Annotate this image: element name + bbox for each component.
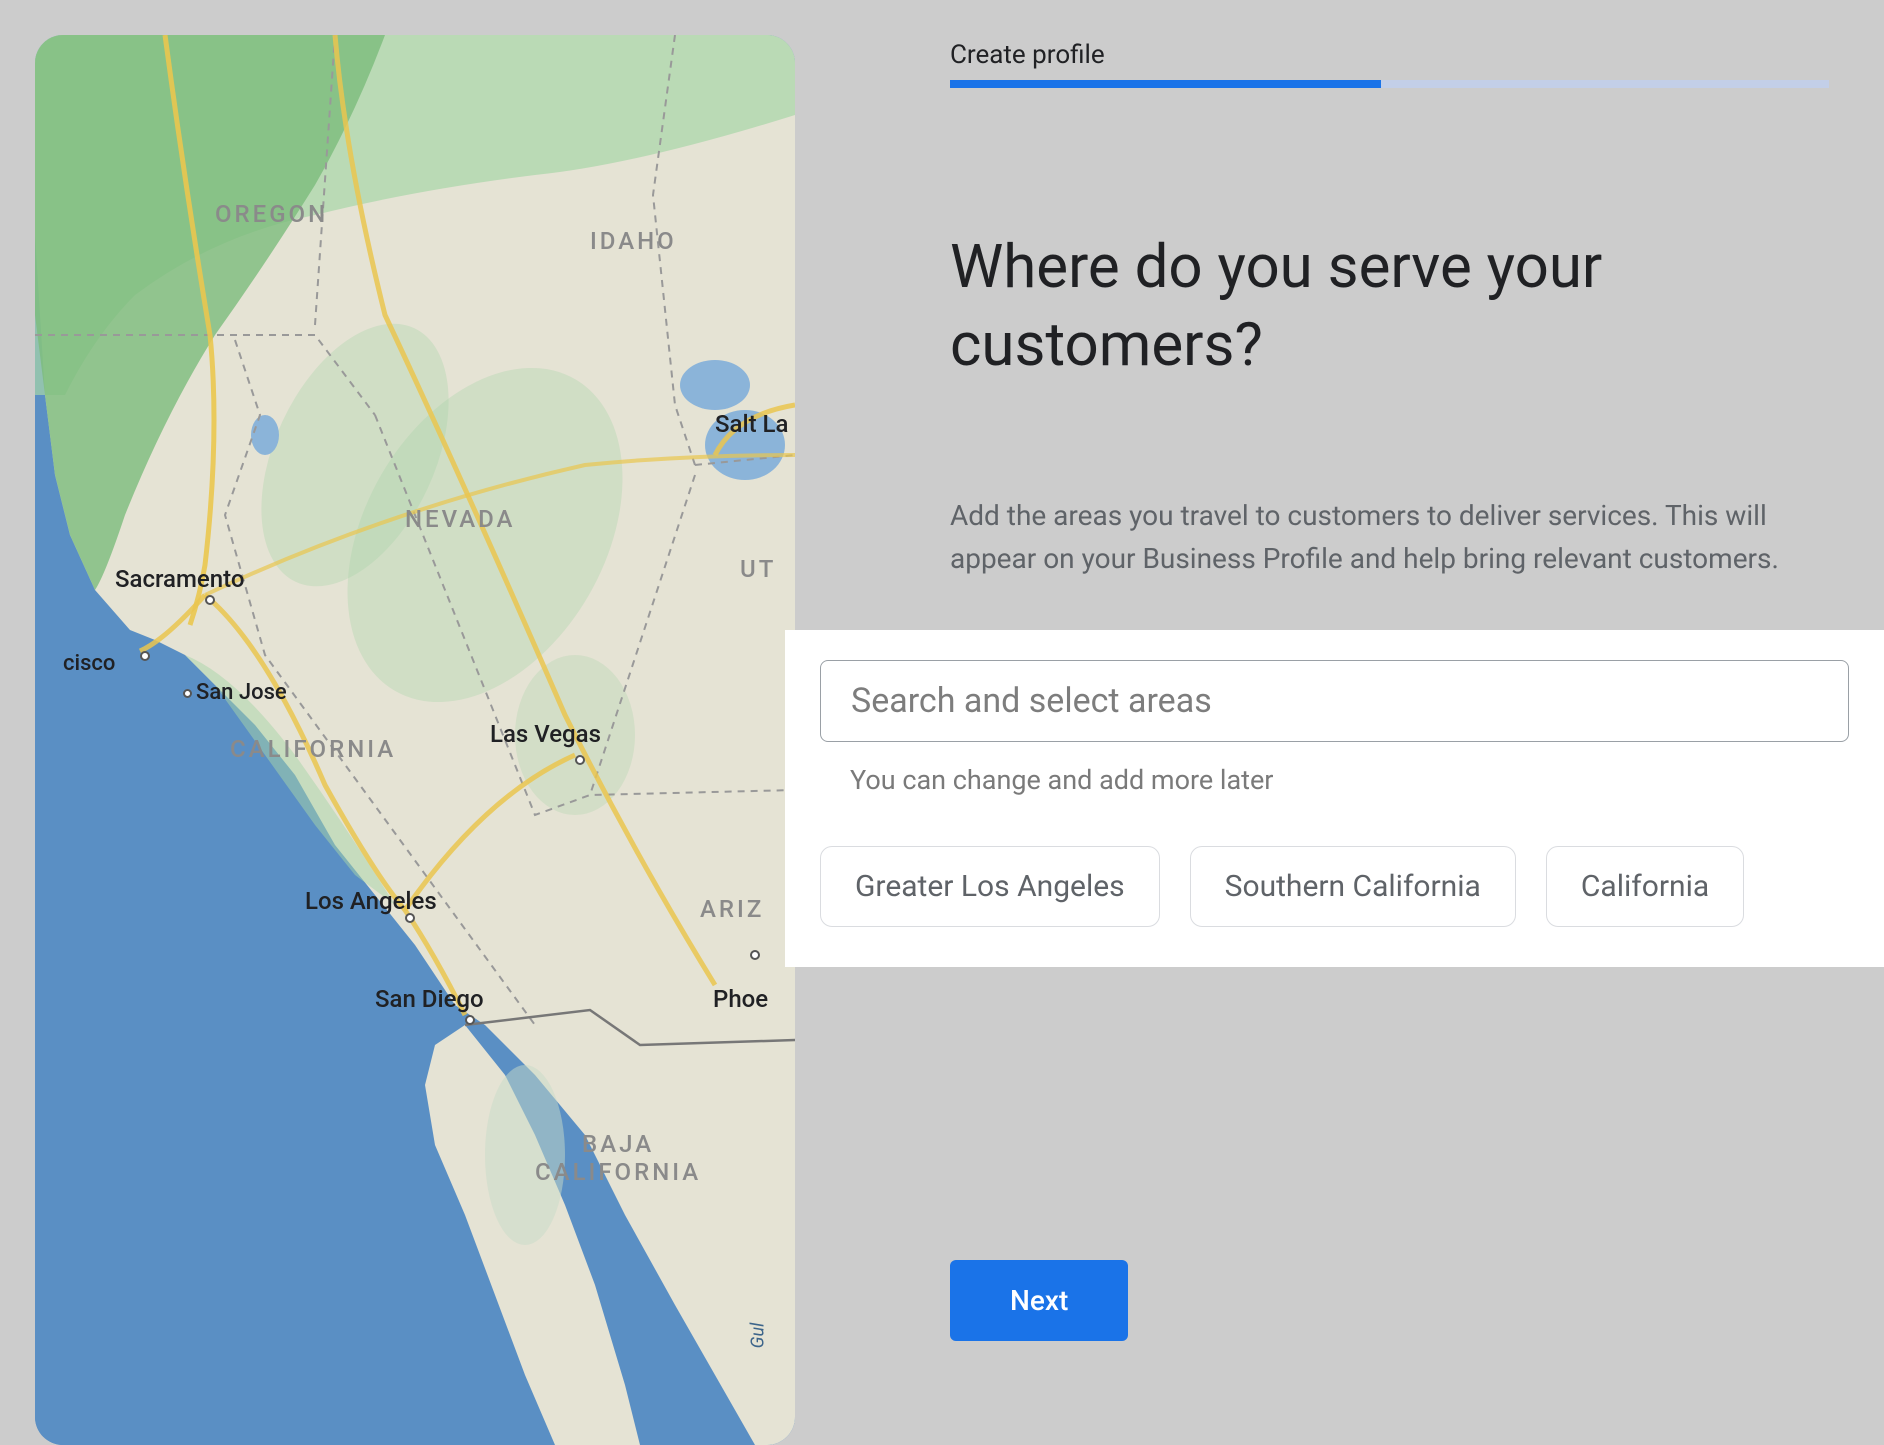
input-helper-text: You can change and add more later: [850, 764, 1849, 796]
map-state-label: CALIFORNIA: [230, 735, 396, 763]
map-state-label: ARIZ: [700, 895, 764, 923]
map-water-label: Gul: [747, 1323, 768, 1349]
map-city-label: Sacramento: [115, 565, 244, 593]
description-text: Add the areas you travel to customers to…: [950, 494, 1829, 581]
map-city-label: San Jose: [183, 680, 287, 705]
map-city-label: Las Vegas: [490, 720, 601, 748]
content-panel: Create profile Where do you serve your c…: [795, 0, 1884, 1410]
map-city-dot: [575, 755, 585, 765]
map-city-label: Salt La: [715, 410, 788, 438]
map-state-label: IDAHO: [590, 227, 677, 255]
map-city-label: Los Angeles: [305, 887, 437, 915]
map-city-dot: [140, 651, 150, 661]
map-state-label: BAJACALIFORNIA: [535, 1130, 701, 1186]
progress-fill: [950, 80, 1381, 88]
area-search-input[interactable]: [820, 660, 1849, 742]
map-city-dot: [465, 1015, 475, 1025]
map-panel[interactable]: OREGON IDAHO NEVADA UT CALIFORNIA ARIZ BAJACAL…: [35, 35, 795, 1445]
map-state-label: NEVADA: [405, 505, 515, 533]
page-heading: Where do you serve your customers?: [950, 228, 1829, 384]
map-city-dot: [205, 595, 215, 605]
map-city-dot: [405, 913, 415, 923]
map-state-label: UT: [740, 555, 776, 583]
map-city-dot: [750, 950, 760, 960]
map-city-label: Phoe: [713, 985, 768, 1013]
map-state-label: OREGON: [215, 200, 328, 228]
progress-label: Create profile: [950, 40, 1829, 70]
progress-section: Create profile: [950, 40, 1829, 88]
suggestion-chip[interactable]: Southern California: [1190, 846, 1516, 927]
suggestion-chip[interactable]: California: [1546, 846, 1744, 927]
search-card: You can change and add more later Greate…: [785, 630, 1884, 967]
progress-bar: [950, 80, 1829, 88]
suggestion-chip[interactable]: Greater Los Angeles: [820, 846, 1160, 927]
map-city-label: San Diego: [375, 985, 484, 1013]
next-button[interactable]: Next: [950, 1260, 1128, 1341]
map-city-label: cisco: [63, 651, 115, 676]
suggestion-chips: Greater Los Angeles Southern California Ca…: [820, 846, 1849, 927]
